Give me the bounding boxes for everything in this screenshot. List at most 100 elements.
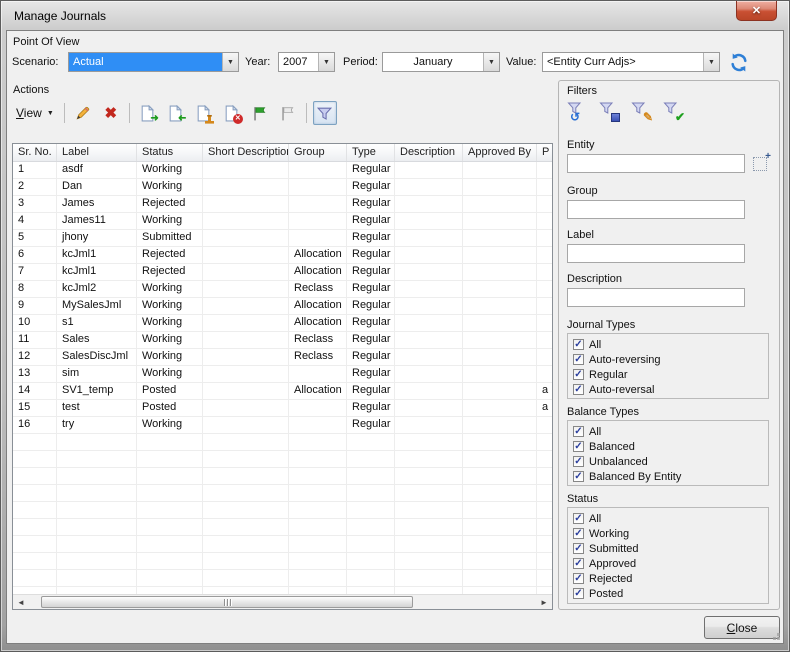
checkbox[interactable]: ✓	[573, 513, 584, 524]
value-value[interactable]: <Entity Curr Adjs>	[543, 53, 703, 71]
checkbox[interactable]: ✓	[573, 441, 584, 452]
period-value[interactable]: January	[383, 53, 483, 71]
column-header-group[interactable]: Group	[289, 144, 347, 161]
table-row[interactable]: 15testPostedRegulara	[13, 400, 552, 417]
table-row[interactable]: 4James11WorkingRegular	[13, 213, 552, 230]
table-row[interactable]: 7kcJml1RejectedAllocationRegular	[13, 264, 552, 281]
table-row[interactable]: 8kcJml2WorkingReclassRegular	[13, 281, 552, 298]
checkbox[interactable]: ✓	[573, 573, 584, 584]
window-close-button[interactable]: ✕	[736, 1, 777, 21]
scroll-right-arrow[interactable]: ►	[536, 595, 552, 609]
close-button[interactable]: Close	[704, 616, 780, 639]
table-cell: Sales	[57, 332, 137, 349]
label-filter-input[interactable]	[567, 244, 745, 263]
column-header-short-description[interactable]: Short Description	[203, 144, 289, 161]
table-cell	[203, 502, 289, 519]
table-row[interactable]: 10s1WorkingAllocationRegular	[13, 315, 552, 332]
scenario-value[interactable]: Actual	[69, 53, 222, 71]
apply-filter-button[interactable]: ✔	[663, 101, 685, 123]
refresh-button[interactable]	[728, 52, 750, 73]
table-row-empty	[13, 502, 552, 519]
period-combobox[interactable]: January ▼	[382, 52, 500, 72]
delete-journal-button[interactable]: ✖	[99, 101, 123, 125]
chevron-down-icon[interactable]: ▼	[703, 53, 719, 71]
scrollbar-track[interactable]	[29, 595, 536, 609]
save-filter-button[interactable]	[599, 101, 621, 123]
reset-filter-button[interactable]: ↺	[567, 101, 589, 123]
table-cell	[463, 536, 537, 553]
title-bar[interactable]: Manage Journals ✕	[1, 1, 789, 30]
description-filter-input[interactable]	[567, 288, 745, 307]
post-journal-button[interactable]	[248, 101, 272, 125]
edit-journal-button[interactable]	[71, 101, 95, 125]
checkbox[interactable]: ✓	[573, 456, 584, 467]
column-header-status[interactable]: Status	[137, 144, 203, 161]
value-combobox[interactable]: <Entity Curr Adjs> ▼	[542, 52, 720, 72]
column-header-type[interactable]: Type	[347, 144, 395, 161]
view-menu-button[interactable]: View ▼	[12, 103, 60, 123]
dialog-body: Point Of View Scenario: Actual ▼ Year: 2…	[6, 30, 784, 644]
checkbox[interactable]: ✓	[573, 369, 584, 380]
checkbox[interactable]: ✓	[573, 588, 584, 599]
year-combobox[interactable]: 2007 ▼	[278, 52, 335, 72]
member-picker-icon[interactable]	[753, 157, 767, 171]
submit-journal-button[interactable]: ➜	[136, 101, 160, 125]
scrollbar-thumb[interactable]	[41, 596, 413, 608]
column-header-approved-by[interactable]: Approved By	[463, 144, 537, 161]
table-row[interactable]: 3JamesRejectedRegular	[13, 196, 552, 213]
table-row-empty	[13, 519, 552, 536]
scroll-left-arrow[interactable]: ◄	[13, 595, 29, 609]
table-cell	[395, 400, 463, 417]
table-row[interactable]: 2DanWorkingRegular	[13, 179, 552, 196]
chevron-down-icon[interactable]: ▼	[483, 53, 499, 71]
chevron-down-icon[interactable]: ▼	[318, 53, 334, 71]
table-row[interactable]: 12SalesDiscJmlWorkingReclassRegular	[13, 349, 552, 366]
table-cell: Dan	[57, 179, 137, 196]
filter-toggle-button[interactable]	[313, 101, 337, 125]
column-header-sr-no-[interactable]: Sr. No.	[13, 144, 57, 161]
table-row[interactable]: 5jhonySubmittedRegular	[13, 230, 552, 247]
checkbox[interactable]: ✓	[573, 339, 584, 350]
table-cell	[463, 162, 537, 179]
checkbox[interactable]: ✓	[573, 426, 584, 437]
checkbox-label: Rejected	[589, 573, 632, 585]
scenario-combobox[interactable]: Actual ▼	[68, 52, 239, 72]
reject-journal-button[interactable]: ✕	[220, 101, 244, 125]
table-cell	[289, 570, 347, 587]
unpost-journal-button[interactable]	[276, 101, 300, 125]
table-row[interactable]: 1asdfWorkingRegular	[13, 162, 552, 179]
column-header-p[interactable]: P	[537, 144, 553, 161]
unsubmit-journal-button[interactable]: ➜	[164, 101, 188, 125]
horizontal-scrollbar[interactable]: ◄ ►	[13, 594, 552, 609]
column-header-description[interactable]: Description	[395, 144, 463, 161]
table-row[interactable]: 9MySalesJmlWorkingAllocationRegular	[13, 298, 552, 315]
table-row[interactable]: 11SalesWorkingReclassRegular	[13, 332, 552, 349]
table-row[interactable]: 14SV1_tempPostedAllocationRegulara	[13, 383, 552, 400]
table-cell	[463, 570, 537, 587]
chevron-down-icon[interactable]: ▼	[222, 53, 238, 71]
table-cell	[57, 451, 137, 468]
year-value[interactable]: 2007	[279, 53, 318, 71]
edit-filter-button[interactable]: ✎	[631, 101, 653, 123]
table-row[interactable]: 6kcJml1RejectedAllocationRegular	[13, 247, 552, 264]
checkbox[interactable]: ✓	[573, 543, 584, 554]
entity-filter-input[interactable]	[567, 154, 745, 173]
column-header-label[interactable]: Label	[57, 144, 137, 161]
table-cell: kcJml1	[57, 247, 137, 264]
group-filter-input[interactable]	[567, 200, 745, 219]
resize-grip-icon[interactable]	[777, 637, 780, 640]
table-row[interactable]: 16tryWorkingRegular	[13, 417, 552, 434]
approve-journal-button[interactable]	[192, 101, 216, 125]
checkbox[interactable]: ✓	[573, 558, 584, 569]
table-row-empty	[13, 553, 552, 570]
checkbox[interactable]: ✓	[573, 354, 584, 365]
checkbox[interactable]: ✓	[573, 528, 584, 539]
checkbox-label: Auto-reversal	[589, 384, 654, 396]
table-row[interactable]: 13simWorkingRegular	[13, 366, 552, 383]
table-cell	[203, 485, 289, 502]
table-cell	[289, 230, 347, 247]
table-cell	[395, 366, 463, 383]
checkbox[interactable]: ✓	[573, 471, 584, 482]
checkbox[interactable]: ✓	[573, 384, 584, 395]
table-cell	[289, 179, 347, 196]
